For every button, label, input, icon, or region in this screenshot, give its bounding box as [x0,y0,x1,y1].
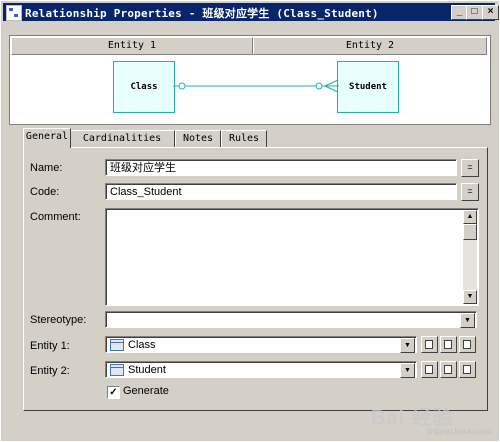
crowfoot-icon [324,79,339,87]
entity2-label: Entity 2: [30,365,70,377]
maximize-button[interactable]: □ [466,5,483,20]
scroll-thumb[interactable] [463,224,477,240]
generate-label[interactable]: Generate [123,385,169,397]
entity1-box[interactable]: Class [113,61,175,113]
chevron-down-icon[interactable]: ▼ [400,338,415,353]
entity2-box[interactable]: Student [337,61,399,113]
title-bar[interactable]: Relationship Properties - 班级对应学生 (Class_… [3,3,499,21]
scroll-down-arrow-icon[interactable]: ▼ [463,290,477,304]
comment-label: Comment: [30,211,81,223]
optional-circle-icon [315,82,323,90]
relationship-properties-window: Relationship Properties - 班级对应学生 (Class_… [0,0,500,442]
copy-icon[interactable] [459,361,476,378]
entity2-select[interactable]: Student ▼ [105,361,417,378]
generate-checkbox[interactable]: ✓ [107,386,120,399]
name-field[interactable]: 班级对应学生 [105,159,457,176]
chevron-down-icon[interactable]: ▼ [400,363,415,378]
stereotype-label: Stereotype: [30,314,87,326]
entity2-column-header[interactable]: Entity 2 [253,37,487,55]
table-icon [110,364,124,376]
relationship-link [173,79,339,93]
table-icon [110,339,124,351]
code-label: Code: [30,186,60,198]
optional-circle-icon [178,82,186,90]
tab-general[interactable]: General [23,128,71,148]
entity2-value: Student [128,364,166,376]
entity1-column-header[interactable]: Entity 1 [11,37,253,55]
tab-cardinalities[interactable]: Cardinalities [69,130,175,147]
watermark-url: jingyan.baidu.com [427,427,492,436]
entity1-toolbar [421,336,481,353]
new-icon[interactable] [421,336,438,353]
name-edit-button[interactable]: = [461,159,479,177]
stereotype-select[interactable]: ▼ [105,311,477,328]
comment-textarea[interactable]: ▲ ▼ [105,208,479,306]
properties-icon[interactable] [440,361,457,378]
properties-icon[interactable] [440,336,457,353]
close-button[interactable]: × [482,5,499,20]
window-title: Relationship Properties - 班级对应学生 (Class_… [25,7,379,20]
entity2-toolbar [421,361,481,378]
name-label: Name: [30,162,63,174]
chevron-down-icon[interactable]: ▼ [460,313,475,328]
code-field[interactable]: Class_Student [105,183,457,200]
entity1-label: Entity 1: [30,340,70,352]
entity1-value: Class [128,339,156,351]
comment-scrollbar[interactable]: ▲ ▼ [463,210,477,304]
tab-notes[interactable]: Notes [175,130,221,147]
tab-rules[interactable]: Rules [221,130,267,147]
code-edit-button[interactable]: = [461,183,479,201]
app-icon[interactable] [6,5,22,21]
copy-icon[interactable] [459,336,476,353]
scroll-up-arrow-icon[interactable]: ▲ [463,210,477,224]
entity1-select[interactable]: Class ▼ [105,336,417,353]
new-icon[interactable] [421,361,438,378]
baidu-watermark: Bai 经验 [371,407,454,429]
